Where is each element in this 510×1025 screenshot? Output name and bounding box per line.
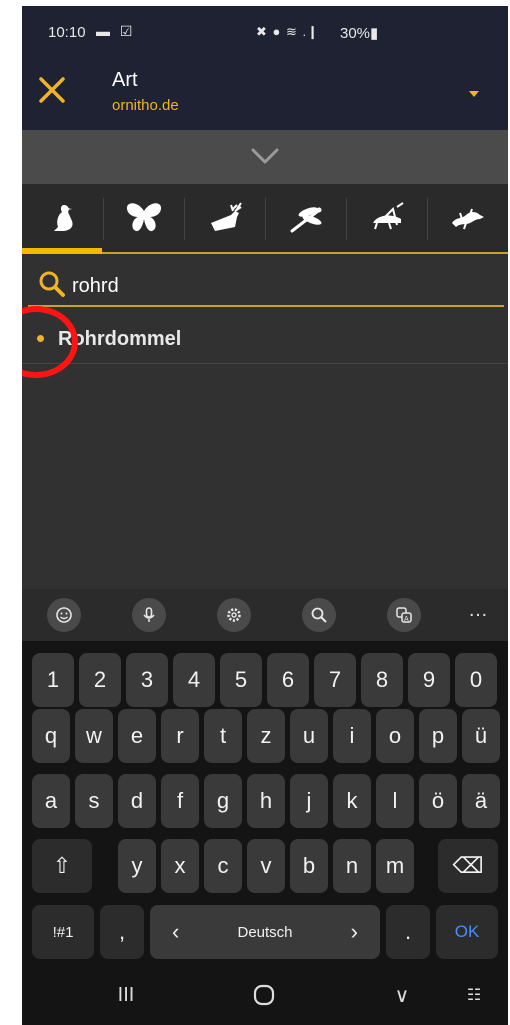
number-key[interactable]: 3 bbox=[126, 653, 168, 707]
battery-indicator: 30%▮ bbox=[340, 25, 379, 42]
butterfly-icon bbox=[126, 203, 161, 232]
phone-screen: 10:10 ▬ ☑ ✖ ● ≋ .❙ 30%▮ Art ornitho.de r… bbox=[22, 6, 508, 1025]
deer-icon bbox=[210, 202, 242, 231]
number-key[interactable]: 6 bbox=[267, 653, 309, 707]
space-key[interactable]: ‹ Deutsch › bbox=[150, 905, 380, 959]
list-item[interactable]: Rohrdommel bbox=[22, 314, 508, 364]
letter-key[interactable]: ä bbox=[462, 774, 500, 828]
tab-birds[interactable] bbox=[22, 184, 103, 252]
tab-butterflies[interactable] bbox=[103, 184, 184, 252]
letter-key[interactable]: j bbox=[290, 774, 328, 828]
letter-key[interactable]: o bbox=[376, 709, 414, 763]
letter-key[interactable]: h bbox=[247, 774, 285, 828]
search-underline bbox=[28, 305, 504, 307]
space-left-arrow-icon: ‹ bbox=[172, 919, 180, 944]
number-key[interactable]: 5 bbox=[220, 653, 262, 707]
active-tab-indicator bbox=[22, 248, 102, 254]
letter-key[interactable]: v bbox=[247, 839, 285, 893]
emoji-icon[interactable] bbox=[47, 598, 81, 632]
source-subtitle: ornitho.de bbox=[112, 97, 179, 114]
lizard-icon bbox=[451, 208, 484, 230]
number-key[interactable]: 7 bbox=[314, 653, 356, 707]
letter-key[interactable]: w bbox=[75, 709, 113, 763]
app-bar: Art ornitho.de bbox=[22, 56, 508, 130]
letter-key[interactable]: y bbox=[118, 839, 156, 893]
dropdown-arrow-icon[interactable] bbox=[469, 91, 479, 97]
number-key[interactable]: 1 bbox=[32, 653, 74, 707]
symbols-key[interactable]: !#1 bbox=[32, 905, 94, 959]
search-icon[interactable] bbox=[302, 598, 336, 632]
close-icon[interactable] bbox=[36, 74, 68, 106]
letter-key[interactable]: p bbox=[419, 709, 457, 763]
letter-key[interactable]: s bbox=[75, 774, 113, 828]
status-time: 10:10 bbox=[48, 24, 86, 41]
tab-grasshoppers[interactable] bbox=[346, 184, 427, 252]
gear-icon[interactable] bbox=[217, 598, 251, 632]
keyboard: 1234567890 qwertzuiopü asdfghjklöä ⇧ ⌫ y… bbox=[22, 641, 508, 966]
page-title: Art bbox=[112, 69, 138, 91]
letter-key[interactable]: m bbox=[376, 839, 414, 893]
comma-key[interactable]: , bbox=[100, 905, 144, 959]
letter-key[interactable]: d bbox=[118, 774, 156, 828]
microphone-icon[interactable] bbox=[132, 598, 166, 632]
search-input[interactable] bbox=[72, 270, 492, 302]
letter-key[interactable]: n bbox=[333, 839, 371, 893]
letter-key[interactable]: i bbox=[333, 709, 371, 763]
letter-key[interactable]: e bbox=[118, 709, 156, 763]
number-key[interactable]: 2 bbox=[79, 653, 121, 707]
tab-reptiles[interactable] bbox=[427, 184, 508, 252]
home-button[interactable] bbox=[244, 980, 284, 1010]
letter-key[interactable]: t bbox=[204, 709, 242, 763]
collapse-toggle[interactable] bbox=[22, 130, 508, 184]
language-label: Deutsch bbox=[237, 923, 293, 941]
dragonfly-icon bbox=[290, 207, 321, 233]
space-right-arrow-icon: › bbox=[350, 919, 358, 944]
recents-icon[interactable]: III bbox=[106, 980, 146, 1010]
translate-icon[interactable]: A bbox=[387, 598, 421, 632]
letter-key[interactable]: k bbox=[333, 774, 371, 828]
keyboard-toolbar: A … bbox=[22, 589, 508, 641]
letter-key[interactable]: f bbox=[161, 774, 199, 828]
notification-icons: ▬ ☑ bbox=[96, 23, 136, 39]
status-bar: 10:10 ▬ ☑ ✖ ● ≋ .❙ 30%▮ bbox=[22, 6, 508, 56]
letter-key[interactable]: a bbox=[32, 774, 70, 828]
letter-key[interactable]: ü bbox=[462, 709, 500, 763]
letter-key[interactable]: c bbox=[204, 839, 242, 893]
bird-icon bbox=[53, 205, 73, 231]
letter-key[interactable]: x bbox=[161, 839, 199, 893]
ok-key[interactable]: OK bbox=[436, 905, 498, 959]
chevron-down-icon bbox=[251, 148, 279, 164]
keyboard-switch-icon[interactable]: ☷ bbox=[454, 980, 494, 1010]
tab-dragonflies[interactable] bbox=[265, 184, 346, 252]
period-key[interactable]: . bbox=[386, 905, 430, 959]
back-icon[interactable]: ∨ bbox=[382, 980, 422, 1010]
search-row bbox=[22, 262, 508, 312]
letter-key[interactable]: z bbox=[247, 709, 285, 763]
letter-key[interactable]: q bbox=[32, 709, 70, 763]
search-icon bbox=[39, 271, 65, 297]
letter-key[interactable]: b bbox=[290, 839, 328, 893]
letter-key[interactable]: g bbox=[204, 774, 242, 828]
more-options-icon[interactable]: … bbox=[468, 599, 489, 622]
backspace-key[interactable]: ⌫ bbox=[438, 839, 498, 893]
letter-key[interactable]: r bbox=[161, 709, 199, 763]
number-key[interactable]: 4 bbox=[173, 653, 215, 707]
letter-key[interactable]: u bbox=[290, 709, 328, 763]
number-key[interactable]: 8 bbox=[361, 653, 403, 707]
navigation-bar: III ∨ ☷ bbox=[22, 966, 508, 1025]
letter-key[interactable]: ö bbox=[419, 774, 457, 828]
category-tabs bbox=[22, 184, 508, 254]
svg-text:A: A bbox=[404, 616, 409, 623]
letter-key[interactable]: l bbox=[376, 774, 414, 828]
number-key[interactable]: 0 bbox=[455, 653, 497, 707]
tab-mammals[interactable] bbox=[184, 184, 265, 252]
grasshopper-icon bbox=[372, 202, 404, 230]
number-key[interactable]: 9 bbox=[408, 653, 450, 707]
shift-key[interactable]: ⇧ bbox=[32, 839, 92, 893]
system-status-icons: ✖ ● ≋ .❙ bbox=[256, 24, 319, 39]
